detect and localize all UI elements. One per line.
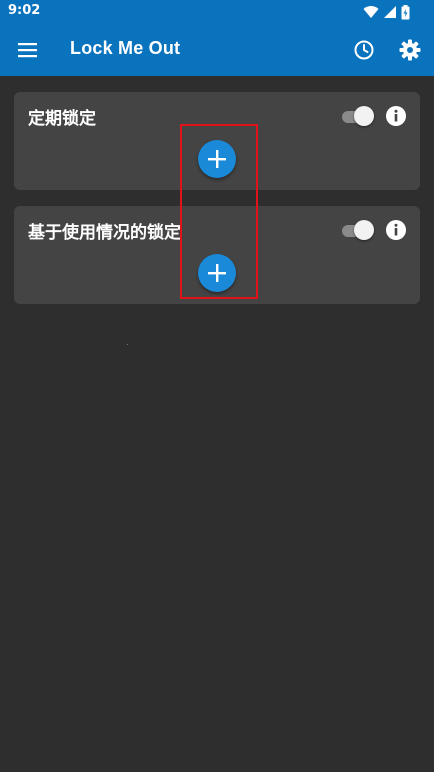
- status-time: 9:02: [8, 3, 41, 18]
- info-icon[interactable]: [385, 219, 407, 241]
- screen-speck: [127, 344, 128, 345]
- highlight-box: [180, 124, 258, 299]
- status-bar: 9:02: [0, 0, 434, 24]
- periodic-lock-toggle[interactable]: [340, 105, 376, 129]
- card-title: 定期锁定: [28, 109, 96, 129]
- card-title: 基于使用情况的锁定: [28, 223, 181, 243]
- status-icons: [363, 4, 410, 20]
- settings-icon[interactable]: [398, 38, 422, 62]
- app-bar: Lock Me Out: [0, 24, 434, 76]
- wifi-icon: [363, 6, 379, 19]
- signal-icon: [384, 6, 396, 18]
- info-icon[interactable]: [385, 105, 407, 127]
- usage-lock-toggle[interactable]: [340, 219, 376, 243]
- battery-icon: [401, 4, 410, 19]
- toggle-thumb: [354, 106, 374, 126]
- toggle-thumb: [354, 220, 374, 240]
- history-icon[interactable]: [352, 38, 376, 62]
- menu-icon[interactable]: [16, 38, 40, 62]
- app-title: Lock Me Out: [70, 38, 181, 58]
